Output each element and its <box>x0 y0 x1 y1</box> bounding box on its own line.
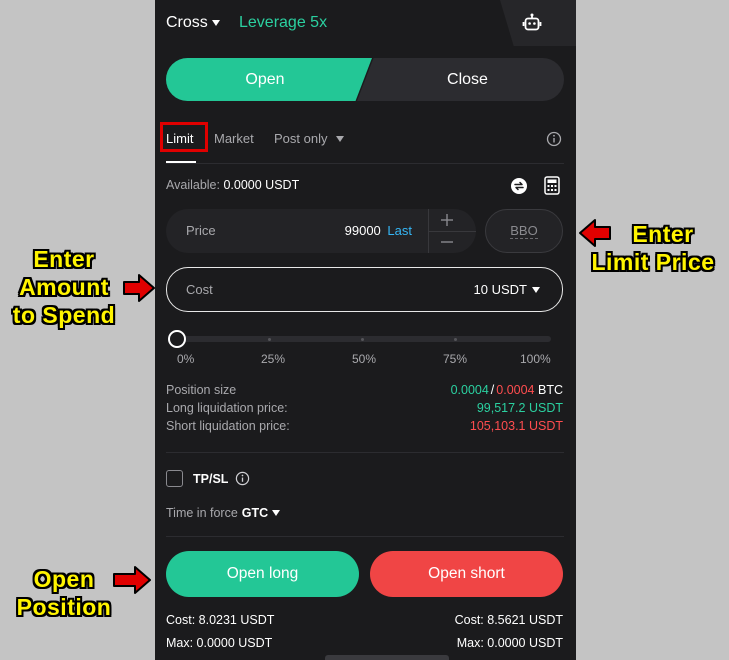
bbo-label: BBO <box>510 223 538 239</box>
cost-label: Cost <box>186 282 213 297</box>
post-only-label: Post only <box>274 131 328 146</box>
callout-enter-amount: Enter Amount to Spend <box>0 245 128 329</box>
minus-icon[interactable] <box>440 235 454 249</box>
price-label: Price <box>186 223 216 238</box>
open-short-button[interactable]: Open short <box>370 551 563 597</box>
position-size-unit: BTC <box>538 383 563 397</box>
open-tab[interactable]: Open <box>166 58 372 101</box>
time-in-force[interactable]: Time in force GTC <box>166 506 281 520</box>
time-in-force-value: GTC <box>241 506 269 520</box>
caret-down-icon <box>272 510 281 516</box>
cost-field[interactable]: Cost 10 USDT <box>166 267 563 312</box>
callout-line: Position <box>16 594 112 620</box>
limit-highlight-box <box>160 122 208 152</box>
slider-thumb[interactable] <box>168 330 186 348</box>
divider <box>166 163 564 164</box>
bbo-button[interactable]: BBO <box>485 209 563 253</box>
callout-line: Enter <box>33 246 95 272</box>
margin-mode-label: Cross <box>166 14 208 31</box>
post-only-dropdown[interactable]: Post only <box>274 131 345 146</box>
time-in-force-label: Time in force <box>166 506 238 520</box>
caret-down-icon <box>336 135 345 142</box>
calculator-icon[interactable] <box>544 176 560 195</box>
tab-market[interactable]: Market <box>214 131 254 146</box>
callout-line: Limit Price <box>591 249 715 275</box>
available-label: Available: <box>166 178 220 192</box>
callout-line: to Spend <box>12 302 116 328</box>
leverage-button[interactable]: Leverage 5x <box>239 14 327 32</box>
scroll-handle[interactable] <box>325 655 449 660</box>
callout-line: Amount <box>19 274 109 300</box>
caret-down-icon <box>532 286 540 293</box>
info-icon[interactable] <box>235 471 250 486</box>
price-value: 99000 <box>344 223 381 238</box>
callout-line: Open <box>33 566 95 592</box>
slider-dot <box>361 338 364 341</box>
slider-tick-75[interactable]: 75% <box>443 352 467 366</box>
short-liquidation-label: Short liquidation price: <box>166 419 290 433</box>
margin-mode-dropdown[interactable]: Cross <box>166 14 220 32</box>
max-short: Max: 0.0000 USDT <box>456 636 563 650</box>
close-tab[interactable]: Close <box>357 58 564 101</box>
arrow-right-icon <box>113 566 151 594</box>
cost-value: 10 USDT <box>473 282 527 297</box>
slider-dot <box>268 338 271 341</box>
position-size-long: 0.0004 <box>450 383 489 397</box>
price-value-group: 99000 Last <box>345 223 412 238</box>
position-size-value: 0.0004/0.0004 BTC <box>451 383 563 397</box>
divider <box>166 536 564 537</box>
tpsl-label: TP/SL <box>193 472 229 486</box>
last-price-button[interactable]: Last <box>387 223 412 238</box>
robot-icon[interactable] <box>522 13 542 33</box>
available-value: 0.0000 USDT <box>223 178 300 192</box>
cost-short: Cost: 8.5621 USDT <box>454 613 563 627</box>
divider <box>429 231 476 232</box>
price-field[interactable]: Price 99000 Last <box>166 209 476 253</box>
divider <box>166 452 564 453</box>
callout-open-position: Open Position <box>0 565 128 621</box>
slider-tick-100[interactable]: 100% <box>520 352 551 366</box>
info-icon[interactable] <box>546 131 562 147</box>
short-liquidation-value: 105,103.1 USDT <box>469 419 563 433</box>
caret-down-icon <box>211 20 220 26</box>
max-long: Max: 0.0000 USDT <box>166 636 273 650</box>
slider-tick-0[interactable]: 0% <box>177 352 194 366</box>
callout-line: Enter <box>632 221 694 247</box>
cost-long: Cost: 8.0231 USDT <box>166 613 275 627</box>
long-liquidation-value: 99,517.2 USDT <box>476 401 563 415</box>
transfer-icon[interactable] <box>510 177 528 195</box>
arrow-right-icon <box>123 274 155 302</box>
trading-panel: Cross Leverage 5x Open Close Limit Marke… <box>155 0 576 660</box>
plus-icon[interactable] <box>440 213 454 227</box>
callout-enter-limit-price: Enter Limit Price <box>578 220 728 276</box>
cost-unit-dropdown[interactable]: 10 USDT <box>474 282 540 297</box>
position-size-short: 0.0004 <box>496 383 535 397</box>
tpsl-checkbox[interactable] <box>166 470 183 487</box>
open-long-button[interactable]: Open long <box>166 551 359 597</box>
position-size-label: Position size <box>166 383 237 397</box>
slider-tick-50[interactable]: 50% <box>352 352 376 366</box>
slider-dot <box>454 338 457 341</box>
available-balance: Available: 0.0000 USDT <box>166 178 299 192</box>
slider-tick-25[interactable]: 25% <box>261 352 285 366</box>
position-size-separator: / <box>490 383 495 397</box>
long-liquidation-label: Long liquidation price: <box>166 401 288 415</box>
